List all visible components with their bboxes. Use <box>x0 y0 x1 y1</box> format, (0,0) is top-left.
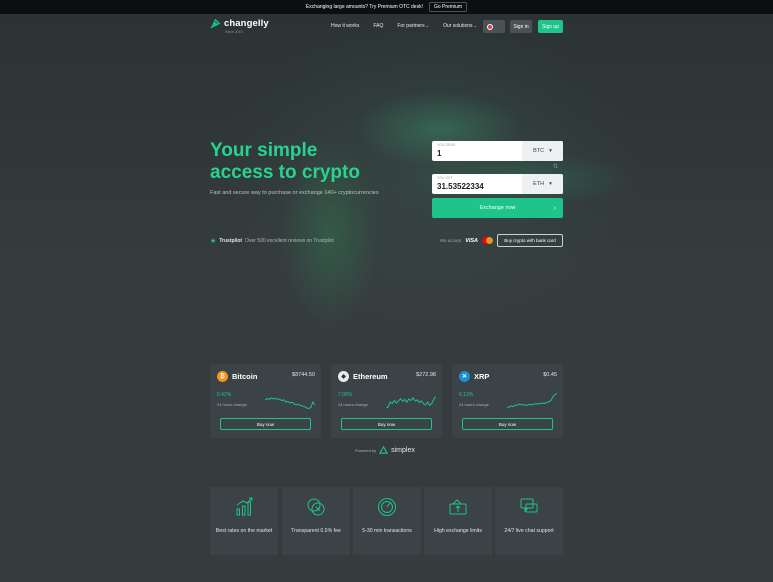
exchange-now-button[interactable]: Exchange now › <box>432 198 563 218</box>
swap-icon[interactable]: ⇅ <box>553 163 558 170</box>
hero-title-line1: Your simple <box>210 140 318 161</box>
ethereum-icon: ◆ <box>338 371 349 382</box>
nav-for-partners[interactable]: For partners <box>397 23 429 29</box>
logo[interactable]: changelly <box>210 18 269 29</box>
uk-flag-icon <box>487 23 493 30</box>
premium-banner: Exchanging large amounts? Try Premium OT… <box>0 0 773 14</box>
nav-how-it-works[interactable]: How it works <box>331 23 359 29</box>
you-get-field[interactable]: YOU GET 31.53522334 ETH ▾ <box>432 174 563 194</box>
coin-price: $272.98 <box>416 372 436 378</box>
main-nav: How it works FAQ For partners Our soluti… <box>331 23 477 29</box>
price-sparkline <box>386 396 436 409</box>
buy-xrp-button[interactable]: Buy now <box>462 418 553 430</box>
hero-subtitle: Fast and secure way to purchase or excha… <box>210 190 379 196</box>
trustpilot-rating[interactable]: ★ Trustpilot Over 500 excellent reviews … <box>210 237 334 245</box>
payment-methods: We accept VISA <box>440 237 494 244</box>
feature-best-rates: Best rates on the market <box>210 487 278 555</box>
you-send-field[interactable]: YOU SEND 1 BTC ▾ <box>432 141 563 161</box>
coin-name: Ethereum <box>353 372 388 381</box>
we-accept-label: We accept <box>440 238 462 243</box>
go-premium-button[interactable]: Go Premium <box>428 2 468 12</box>
mastercard-icon <box>482 237 494 244</box>
header: changelly Since 2015 How it works FAQ Fo… <box>210 18 563 36</box>
nav-our-solutions[interactable]: Our solutions <box>443 23 477 29</box>
get-currency-label: ETH <box>533 181 545 187</box>
feature-text: 5-30 min transactions <box>362 528 412 534</box>
wallet-icon <box>449 499 467 515</box>
nav-faq[interactable]: FAQ <box>373 23 383 29</box>
coin-card-xrp: ✕ XRP $0.45 6.13% 24 hours change Buy no… <box>452 364 563 438</box>
buy-ethereum-button[interactable]: Buy now <box>341 418 432 430</box>
visa-icon: VISA <box>465 237 479 244</box>
star-icon: ★ <box>210 238 217 245</box>
coin-change: 7.08% <box>338 392 353 398</box>
simplex-logo-icon <box>379 446 389 454</box>
you-get-label: YOU GET <box>437 176 453 180</box>
you-get-amount: 31.53522334 <box>437 182 484 191</box>
coin-price: $8744.50 <box>292 372 315 378</box>
trustpilot-text: Over 500 excellent reviews on Trustpilot <box>245 238 334 244</box>
feature-transparent-fee: Transparent 0.5% fee <box>282 487 350 555</box>
logo-text: changelly <box>224 18 269 29</box>
banner-text: Exchanging large amounts? Try Premium OT… <box>305 4 423 10</box>
coin-price: $0.45 <box>543 372 557 378</box>
feature-text: 24/7 live chat support <box>504 528 554 534</box>
send-currency-select[interactable]: BTC ▾ <box>522 141 563 161</box>
chevron-down-icon: ▾ <box>549 181 552 187</box>
sparkline-path <box>386 396 436 409</box>
changelly-logo-icon <box>210 18 221 29</box>
simplex-brand: simplex <box>391 447 415 454</box>
language-selector[interactable] <box>483 20 505 33</box>
bitcoin-icon: ₿ <box>217 371 228 382</box>
buy-bitcoin-button[interactable]: Buy now <box>220 418 311 430</box>
logo-subtitle: Since 2015 <box>225 30 243 34</box>
get-currency-select[interactable]: ETH ▾ <box>522 174 563 194</box>
coin-card-bitcoin: ₿ Bitcoin $8744.50 0.42% 24 hours change… <box>210 364 321 438</box>
powered-by-simplex[interactable]: Powered by simplex <box>355 446 415 455</box>
price-sparkline <box>507 392 557 408</box>
coin-name: XRP <box>474 372 490 381</box>
price-sparkline <box>265 397 315 410</box>
trustpilot-label: Trustpilot <box>219 238 243 244</box>
feature-text: Best rates on the market <box>215 528 273 534</box>
speedometer-icon <box>378 498 396 516</box>
coin-card-ethereum: ◆ Ethereum $272.98 7.08% 24 hours change… <box>331 364 442 438</box>
hero-title: Your simple access to crypto <box>210 140 410 184</box>
you-send-amount[interactable]: 1 <box>437 149 441 158</box>
sign-in-button[interactable]: Sign in <box>510 20 532 33</box>
sign-up-button[interactable]: Sign up <box>538 20 563 33</box>
coin-name: Bitcoin <box>232 372 258 381</box>
sparkline-path <box>507 392 557 408</box>
feature-high-limits: High exchange limits <box>424 487 492 555</box>
feature-live-chat: 24/7 live chat support <box>495 487 563 555</box>
chart-bars-icon <box>236 497 253 516</box>
feature-text: Transparent 0.5% fee <box>291 528 341 534</box>
send-currency-label: BTC <box>533 148 545 154</box>
coins-icon <box>307 498 325 516</box>
powered-by-label: Powered by <box>355 448 377 453</box>
coin-change: 0.42% <box>217 392 232 398</box>
chevron-right-icon: › <box>553 204 556 212</box>
chat-icon <box>520 498 538 513</box>
you-send-label: YOU SEND <box>437 143 456 147</box>
feature-text: High exchange limits <box>434 528 482 534</box>
sparkline-path <box>265 397 315 410</box>
xrp-icon: ✕ <box>459 371 470 382</box>
coin-change-label: 24 hours change <box>217 402 247 407</box>
feature-fast-transactions: 5-30 min transactions <box>353 487 421 555</box>
coin-change-label: 24 hours change <box>459 402 489 407</box>
hero-title-line2: access to crypto <box>210 162 360 183</box>
coin-change-label: 24 hours change <box>338 402 368 407</box>
chevron-down-icon: ▾ <box>549 148 552 154</box>
coin-change: 6.13% <box>459 392 474 398</box>
exchange-now-label: Exchange now <box>479 205 516 211</box>
buy-with-bank-card-button[interactable]: Buy crypto with bank card <box>497 234 563 247</box>
